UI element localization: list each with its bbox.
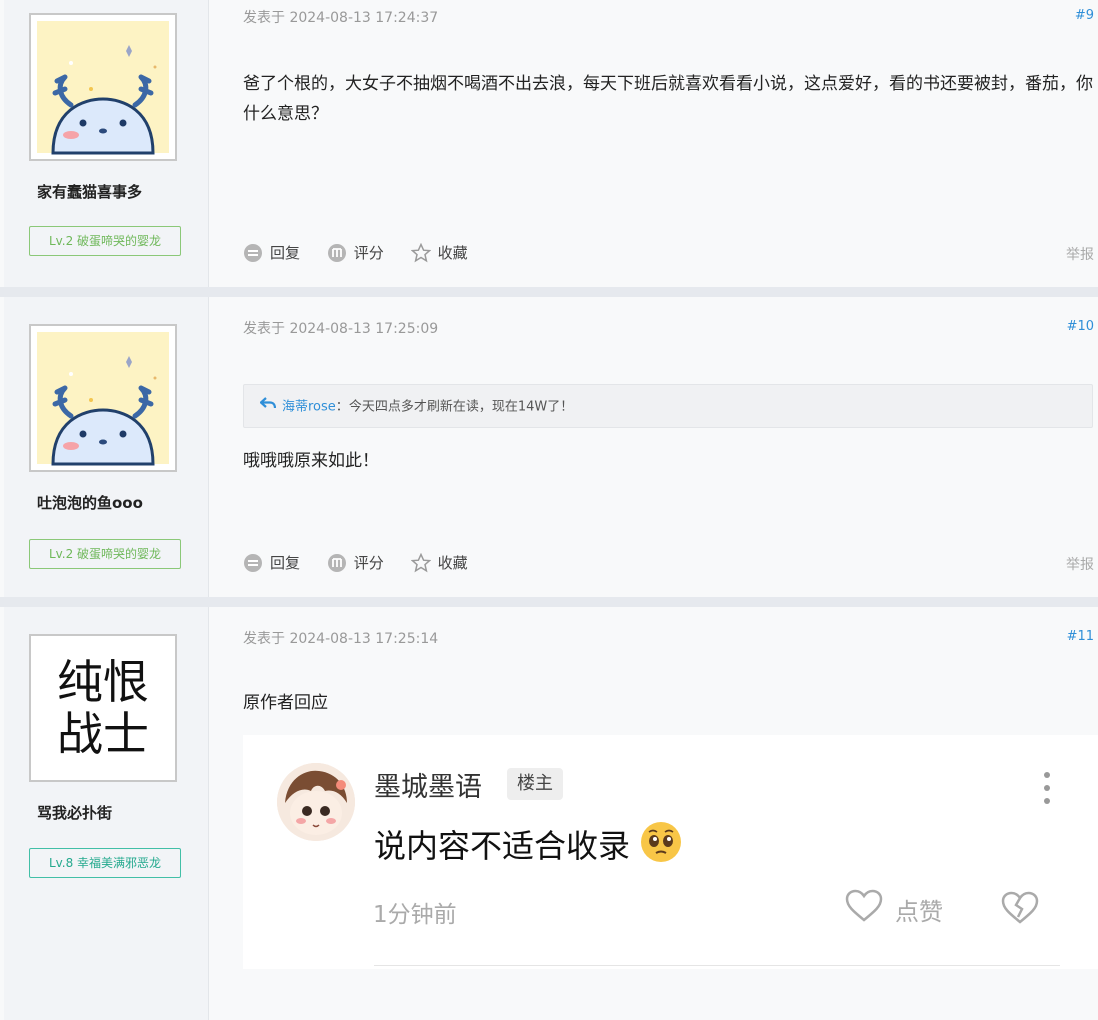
embed-like: 点赞	[845, 889, 943, 929]
rate-button[interactable]: 评分	[327, 552, 384, 573]
favorite-button[interactable]: 收藏	[410, 242, 468, 263]
reply-button[interactable]: 回复	[243, 242, 300, 263]
quote-separator: ：	[335, 399, 349, 415]
avatar-text-line-1: 纯恨	[57, 655, 149, 709]
op-tag: 楼主	[507, 768, 563, 800]
reply-arrow-icon	[259, 385, 277, 429]
post-timestamp: 发表于 2024-08-13 17:25:09	[243, 321, 439, 337]
quote-author[interactable]: 海蒂rose	[282, 400, 336, 415]
favorite-label: 收藏	[437, 244, 468, 262]
rate-icon	[327, 553, 347, 573]
favorite-button[interactable]: 收藏	[410, 552, 468, 573]
post-content: 原作者回应	[243, 693, 328, 713]
pleading-emoji-icon	[640, 821, 682, 871]
reply-icon	[243, 553, 263, 573]
quote-block: 海蒂rose：今天四点多才刷新在读，现在14W了！	[243, 384, 1093, 428]
embedded-screenshot: 墨城墨语 楼主 说内容不适合收录 1分钟前 点赞	[243, 735, 1098, 969]
post-9: 家有蠢猫喜事多 Lv.2 破蛋啼哭的婴龙 发表于 2024-08-13 17:2…	[0, 0, 1098, 287]
heart-icon	[845, 889, 883, 929]
level-badge: Lv.8 幸福美满邪恶龙	[29, 848, 181, 878]
more-icon	[1043, 771, 1051, 805]
avatar[interactable]	[29, 324, 177, 472]
rate-button[interactable]: 评分	[327, 242, 384, 263]
level-badge: Lv.2 破蛋啼哭的婴龙	[29, 539, 181, 569]
reply-label: 回复	[270, 244, 301, 262]
post-timestamp: 发表于 2024-08-13 17:25:14	[243, 631, 439, 647]
post-timestamp: 发表于 2024-08-13 17:24:37	[243, 10, 439, 26]
embed-comment: 说内容不适合收录	[374, 821, 682, 871]
reply-button[interactable]: 回复	[243, 552, 300, 573]
avatar[interactable]: 纯恨 战士	[29, 634, 177, 782]
rate-label: 评分	[353, 554, 384, 572]
username[interactable]: 骂我必扑街	[37, 802, 112, 823]
embed-author: 墨城墨语	[374, 772, 482, 803]
report-link[interactable]: 举报	[1066, 554, 1094, 574]
embed-time: 1分钟前	[373, 902, 457, 928]
rate-label: 评分	[353, 244, 384, 262]
divider	[208, 297, 209, 597]
username[interactable]: 吐泡泡的鱼ooo	[37, 492, 143, 513]
username[interactable]: 家有蠢猫喜事多	[37, 181, 142, 202]
post-content: 爸了个根的，大女子不抽烟不喝酒不出去浪，每天下班后就喜欢看看小说，这点爱好，看的…	[243, 74, 1093, 124]
floor-number[interactable]: #9	[1075, 8, 1094, 23]
embed-comment-text: 说内容不适合收录	[374, 827, 631, 865]
reply-label: 回复	[270, 554, 301, 572]
floor-number[interactable]: #10	[1067, 319, 1094, 334]
post-11: 纯恨 战士 骂我必扑街 Lv.8 幸福美满邪恶龙 发表于 2024-08-13 …	[0, 607, 1098, 1020]
reply-icon	[243, 243, 263, 263]
quote-text: 今天四点多才刷新在读，现在14W了！	[348, 399, 574, 415]
post-content: 哦哦哦原来如此！	[243, 451, 379, 471]
broken-heart-icon	[1001, 891, 1039, 929]
report-link[interactable]: 举报	[1066, 244, 1094, 264]
post-actions: 回复 评分 收藏	[243, 552, 490, 577]
level-badge: Lv.2 破蛋啼哭的婴龙	[29, 226, 181, 256]
avatar-text-line-2: 战士	[57, 707, 149, 761]
floor-number[interactable]: #11	[1067, 629, 1094, 644]
divider	[208, 607, 209, 1020]
star-icon	[410, 552, 432, 573]
rate-icon	[327, 243, 347, 263]
embed-avatar	[277, 763, 355, 841]
post-actions: 回复 评分 收藏	[243, 242, 490, 267]
avatar[interactable]	[29, 13, 177, 161]
embed-divider	[374, 965, 1060, 966]
post-10: 吐泡泡的鱼ooo Lv.2 破蛋啼哭的婴龙 发表于 2024-08-13 17:…	[0, 297, 1098, 597]
like-label: 点赞	[895, 897, 943, 926]
favorite-label: 收藏	[437, 554, 468, 572]
divider	[208, 0, 209, 287]
star-icon	[410, 242, 432, 263]
